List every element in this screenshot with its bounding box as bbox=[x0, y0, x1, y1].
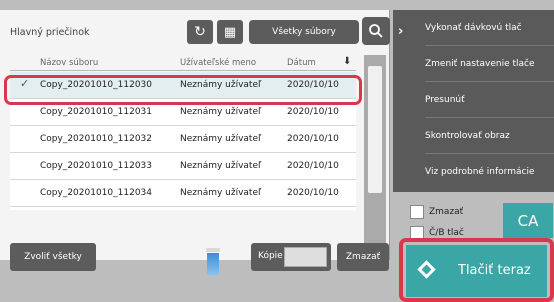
print-now-label: Tlačiť teraz bbox=[458, 263, 531, 278]
file-date: 2020/10/10 bbox=[287, 188, 339, 198]
ca-button[interactable]: CA bbox=[503, 203, 553, 238]
file-date: 2020/10/10 bbox=[287, 107, 339, 117]
all-files-button[interactable]: Všetky súbory bbox=[249, 20, 359, 44]
scrollbar-thumb[interactable] bbox=[368, 66, 382, 193]
menu-item-details[interactable]: Viz podrobné informácie bbox=[425, 154, 554, 190]
user-name: Neznámy užívateľ bbox=[180, 161, 262, 171]
toner-icon bbox=[207, 253, 219, 275]
menu-item-change-print-settings[interactable]: Zmeniť nastavenie tlače bbox=[425, 46, 554, 82]
file-name: Copy_20201010_112033 bbox=[40, 161, 152, 171]
thumbnail-view-button[interactable]: ▦ bbox=[217, 20, 243, 44]
menu-item-check-image[interactable]: Skontrolovať obraz bbox=[425, 118, 554, 154]
toner-lid bbox=[206, 248, 220, 252]
refresh-button[interactable]: ↻ bbox=[187, 20, 213, 44]
file-name: Copy_20201010_112032 bbox=[40, 134, 152, 144]
copies-label: Kópie bbox=[258, 251, 283, 261]
refresh-icon: ↻ bbox=[194, 24, 206, 40]
column-header-user[interactable]: Užívateľské meno bbox=[180, 58, 256, 68]
column-header-filename[interactable]: Názov súboru bbox=[40, 58, 98, 68]
table-row[interactable]: Copy_20201010_112033 Neznámy užívateľ 20… bbox=[10, 153, 356, 180]
user-name: Neznámy užívateľ bbox=[180, 134, 262, 144]
search-button[interactable] bbox=[362, 17, 390, 45]
search-icon bbox=[369, 24, 383, 38]
folder-title: Hlavný priečinok bbox=[10, 27, 90, 38]
column-header-date[interactable]: Dátum bbox=[287, 58, 316, 68]
file-date: 2020/10/10 bbox=[287, 161, 339, 171]
user-name: Neznámy užívateľ bbox=[180, 107, 262, 117]
select-all-button[interactable]: Zvoliť všetky bbox=[10, 243, 96, 271]
table-row[interactable]: Copy_20201010_112032 Neznámy užívateľ 20… bbox=[10, 126, 356, 153]
collapse-menu-icon[interactable]: › bbox=[398, 24, 403, 39]
table-row[interactable]: Copy_20201010_112034 Neznámy užívateľ 20… bbox=[10, 180, 356, 207]
delete-checkbox-label: Zmazať bbox=[429, 207, 464, 217]
file-name: Copy_20201010_112031 bbox=[40, 107, 152, 117]
sort-down-icon[interactable]: ⬇ bbox=[343, 56, 351, 67]
header-divider bbox=[10, 70, 356, 71]
delete-button[interactable]: Zmazať bbox=[337, 243, 389, 271]
grid-icon: ▦ bbox=[223, 24, 237, 40]
menu-item-move[interactable]: Presunúť bbox=[425, 82, 554, 118]
file-date: 2020/10/10 bbox=[287, 134, 339, 144]
user-name: Neznámy užívateľ bbox=[180, 188, 262, 198]
delete-checkbox[interactable] bbox=[410, 205, 424, 219]
copies-input[interactable] bbox=[284, 247, 327, 267]
menu-item-batch-print[interactable]: Vykonať dávkovú tlač bbox=[425, 10, 554, 46]
selection-highlight bbox=[4, 75, 362, 105]
file-name: Copy_20201010_112034 bbox=[40, 188, 152, 198]
bw-print-checkbox-label: Č/B tlač bbox=[429, 228, 464, 238]
